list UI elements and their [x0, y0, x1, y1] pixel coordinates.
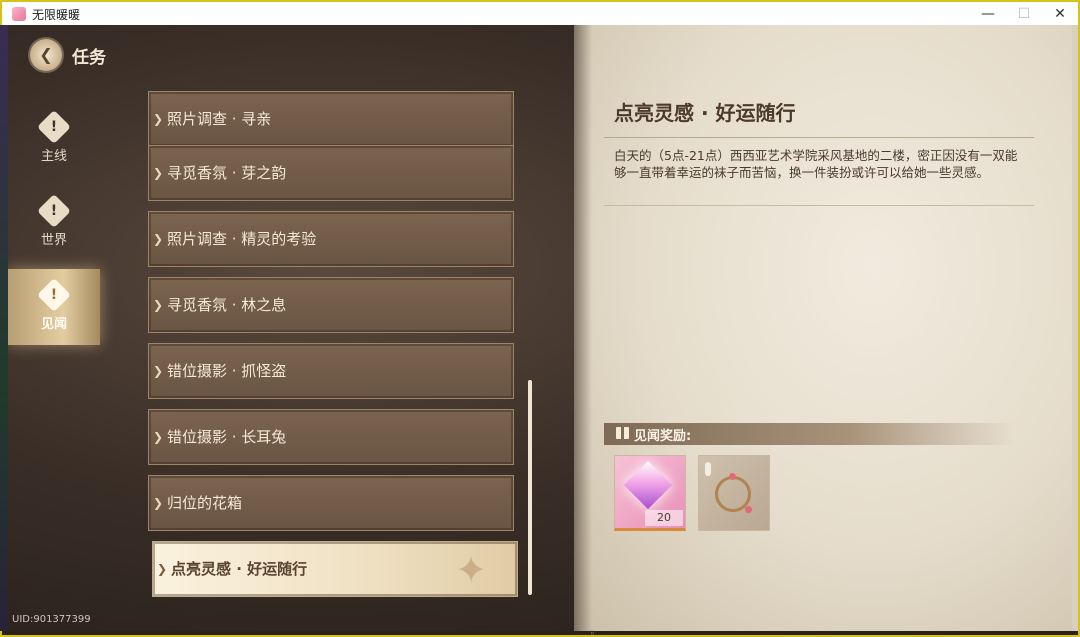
reward-label: 见闻奖励: [634, 429, 692, 444]
quest-list[interactable]: ❯ 照片调查 · 寻亲 ❯ 寻觅香氛 · 芽之韵 ❯ 照片调查 · 精灵的考验 … [148, 91, 518, 599]
page-title: 任务 [72, 48, 106, 68]
divider [604, 137, 1034, 138]
back-button[interactable]: ❮ [30, 39, 62, 71]
quest-item[interactable]: ❯ 错位摄影 · 长耳兔 [148, 409, 514, 465]
compass-star-icon: ✦ [455, 548, 487, 592]
chevron-right-icon: ❯ [153, 298, 164, 312]
bead [745, 506, 752, 513]
quest-title: 点亮灵感 · 好运随行 [171, 560, 308, 578]
quest-title: 寻觅香氛 · 芽之韵 [167, 164, 287, 182]
quest-detail-panel: 点亮灵感 · 好运随行 白天的（5点-21点）西西亚艺术学院采风基地的二楼，密正… [574, 25, 1072, 631]
chevron-right-icon: ❯ [153, 430, 164, 444]
quest-detail-title: 点亮灵感 · 好运随行 [614, 101, 796, 125]
back-arrow-icon: ❮ [39, 45, 53, 64]
nav-item-label: 见闻 [40, 317, 67, 332]
quest-item[interactable]: ❯ 照片调查 · 寻亲 [148, 91, 514, 147]
quest-title: 错位摄影 · 抓怪盗 [167, 362, 287, 380]
divider [604, 205, 1034, 206]
quest-item[interactable]: ❯ 寻觅香氛 · 芽之韵 [148, 145, 514, 201]
resize-grip: ⠿ [590, 630, 595, 637]
quest-title: 照片调查 · 寻亲 [167, 110, 272, 128]
quest-item[interactable]: ❯ 错位摄影 · 抓怪盗 [148, 343, 514, 399]
tag [705, 462, 711, 476]
chevron-right-icon: ❯ [153, 232, 164, 246]
uid-label: UID:901377399 [12, 614, 91, 625]
nav-item-label: 主线 [40, 149, 67, 164]
reward-count: 20 [645, 510, 683, 526]
title-bar: 无限暖暖 — ☐ ✕ [2, 2, 1078, 27]
quest-title: 归位的花箱 [167, 494, 243, 512]
game-view: ❮ 任务 ! 主线 ! 世界 ! 见闻 ❯ 照片调查 · 寻亲 ❯ 寻觅香氛 ·… [8, 25, 1072, 631]
chevron-right-icon: ❯ [153, 166, 164, 180]
exclamation-diamond-icon: ! [37, 110, 71, 144]
app-icon [12, 7, 26, 21]
quest-title: 错位摄影 · 长耳兔 [167, 428, 287, 446]
quest-item-selected[interactable]: ❯ 点亮灵感 · 好运随行 ✦ [152, 541, 518, 597]
reward-item-bracelet[interactable] [698, 455, 770, 531]
exclamation-diamond-icon: ! [37, 278, 71, 312]
reward-header: 见闻奖励: [604, 423, 1014, 445]
nav-item-world-quest[interactable]: ! 世界 [8, 185, 100, 261]
minimize-button[interactable]: — [968, 2, 1008, 26]
window-title: 无限暖暖 [32, 8, 81, 22]
chevron-right-icon: ❯ [153, 496, 164, 510]
desktop-edge [0, 25, 8, 631]
quest-title: 寻觅香氛 · 林之息 [167, 296, 287, 314]
gift-icon [616, 427, 629, 439]
desktop-edge-right [1072, 25, 1078, 631]
chevron-right-icon: ❯ [153, 112, 164, 126]
nav-item-encounters[interactable]: ! 见闻 [8, 269, 100, 345]
close-button[interactable]: ✕ [1040, 2, 1080, 26]
chevron-right-icon: ❯ [157, 562, 168, 576]
scrollbar-thumb[interactable] [528, 380, 532, 595]
quest-item[interactable]: ❯ 寻觅香氛 · 林之息 [148, 277, 514, 333]
maximize-button[interactable]: ☐ [1004, 2, 1044, 26]
quest-item[interactable]: ❯ 归位的花箱 [148, 475, 514, 531]
chevron-right-icon: ❯ [153, 364, 164, 378]
reward-item-crystal[interactable]: 20 [614, 455, 686, 531]
quest-description: 白天的（5点-21点）西西亚艺术学院采风基地的二楼，密正因没有一双能够一直带着幸… [614, 148, 1018, 180]
nav-item-main-quest[interactable]: ! 主线 [8, 101, 100, 177]
quest-item[interactable]: ❯ 照片调查 · 精灵的考验 [148, 211, 514, 267]
nav-item-label: 世界 [40, 233, 67, 248]
quest-title: 照片调查 · 精灵的考验 [167, 230, 317, 248]
bead [729, 473, 736, 480]
pink-crystal-icon [623, 460, 673, 510]
exclamation-diamond-icon: ! [37, 194, 71, 228]
